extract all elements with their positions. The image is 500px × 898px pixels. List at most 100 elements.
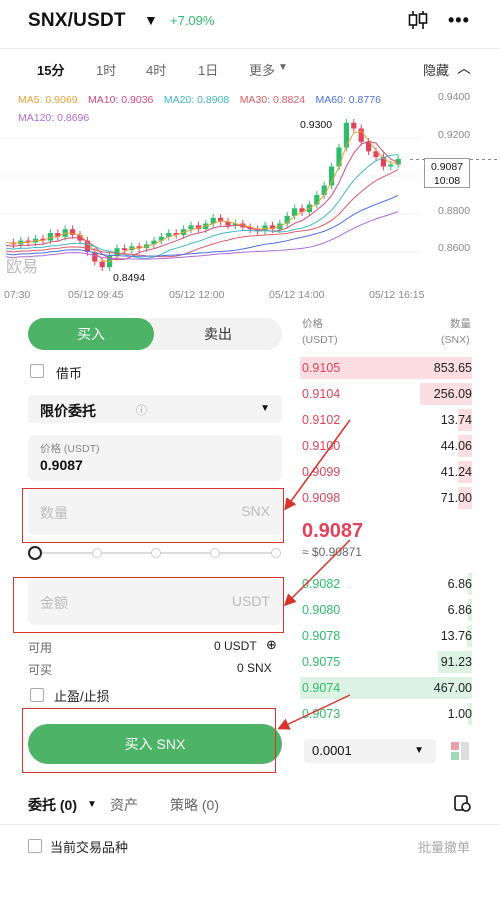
can-buy-value: 0 SNX <box>237 661 272 675</box>
candle <box>343 122 349 148</box>
orders-caret-icon[interactable]: ▼ <box>87 799 97 810</box>
ask-row[interactable]: 0.9104 256.09 <box>300 383 472 405</box>
ask-row[interactable]: 0.9100 44.06 <box>300 435 472 457</box>
candle <box>188 225 194 230</box>
buy-tab[interactable]: 买入 <box>28 318 154 350</box>
mid-price: 0.9087 <box>302 520 364 542</box>
tab-assets[interactable]: 资产 <box>110 795 138 815</box>
ask-price: 0.9105 <box>302 361 341 375</box>
ask-price: 0.9100 <box>302 439 341 453</box>
bid-price: 0.9078 <box>302 629 341 643</box>
tab-1d[interactable]: 1日 <box>198 60 218 79</box>
low-price-label: 0.8494 <box>113 272 146 284</box>
tab-strategy[interactable]: 策略 (0) <box>170 795 219 815</box>
candle <box>358 128 364 142</box>
price-field[interactable]: 价格 (USDT) 0.9087 <box>28 435 282 481</box>
divider <box>0 824 500 825</box>
tab-15m[interactable]: 15分 <box>37 60 64 79</box>
candle <box>114 248 120 256</box>
bid-price: 0.9082 <box>302 577 341 591</box>
book-layout-icon[interactable] <box>450 741 470 761</box>
batch-cancel-button[interactable]: 批量撤单 <box>418 837 470 856</box>
candle <box>351 122 357 129</box>
candlestick-chart-icon[interactable] <box>406 9 430 31</box>
ask-qty: 71.00 <box>440 491 472 505</box>
last-price: 0.9087 <box>430 161 464 173</box>
watermark-logo: 欧易 <box>6 259 39 276</box>
bid-row[interactable]: 0.9073 1.00 <box>300 703 472 725</box>
bid-qty: 91.23 <box>440 655 472 669</box>
borrow-checkbox[interactable] <box>30 364 44 378</box>
tab-more[interactable]: 更多 <box>249 60 275 79</box>
ask-qty: 44.06 <box>440 439 472 453</box>
bid-row[interactable]: 0.9074 467.00 <box>300 677 472 699</box>
ob-qty-header: 数量 <box>450 318 471 330</box>
ask-row[interactable]: 0.9105 853.65 <box>300 357 472 379</box>
highlight-box <box>13 577 284 633</box>
ask-qty: 13.74 <box>440 413 472 427</box>
bid-qty: 6.86 <box>447 603 472 617</box>
bid-price: 0.9075 <box>302 655 341 669</box>
trade-screen: { "header": {"pair": "SNX/USDT", "change… <box>0 0 500 898</box>
slider-stop[interactable] <box>271 548 281 558</box>
can-buy-label: 可买 <box>28 663 53 677</box>
ask-row[interactable]: 0.9098 71.00 <box>300 487 472 509</box>
ask-row[interactable]: 0.9102 13.74 <box>300 409 472 431</box>
history-icon[interactable] <box>452 793 472 813</box>
ask-row[interactable]: 0.9099 41.24 <box>300 461 472 483</box>
chevron-down-icon: ▼ <box>414 745 424 756</box>
candle <box>99 261 105 268</box>
ob-qty-unit: (SNX) <box>441 334 470 346</box>
ask-qty: 41.24 <box>440 465 472 479</box>
info-icon[interactable]: ⓘ <box>136 402 147 418</box>
x-tick: 05/12 12:00 <box>169 289 225 301</box>
candle <box>121 248 127 251</box>
tpsl-checkbox[interactable] <box>30 688 44 702</box>
price-field-label: 价格 (USDT) <box>40 443 100 455</box>
chevron-up-icon[interactable]: ︿ <box>457 58 471 78</box>
last-price-box: 0.9087 10:08 <box>424 158 470 188</box>
bid-qty: 467.00 <box>433 681 472 695</box>
sell-tab[interactable]: 卖出 <box>154 318 282 350</box>
pair-title[interactable]: SNX/USDT <box>28 10 126 32</box>
bid-qty: 13.76 <box>440 629 472 643</box>
candle <box>336 147 342 167</box>
more-icon[interactable]: ••• <box>448 10 470 31</box>
ask-price: 0.9102 <box>302 413 341 427</box>
slider-stop[interactable] <box>92 548 102 558</box>
chevron-down-icon: ▼ <box>260 403 270 414</box>
bid-row[interactable]: 0.9080 6.86 <box>300 599 472 621</box>
high-price-label: 0.9300 <box>300 119 333 131</box>
slider-stop[interactable] <box>151 548 161 558</box>
ask-qty: 853.65 <box>433 361 472 375</box>
price-input[interactable]: 0.9087 <box>40 457 83 473</box>
bid-price: 0.9073 <box>302 707 341 721</box>
more-caret-icon[interactable]: ▼ <box>278 62 288 73</box>
candlestick-chart[interactable] <box>0 100 500 290</box>
x-tick: 05/12 09:45 <box>68 289 124 301</box>
ask-price: 0.9104 <box>302 387 341 401</box>
tab-orders[interactable]: 委托 (0) <box>28 795 77 815</box>
bid-row[interactable]: 0.9075 91.23 <box>300 651 472 673</box>
precision-select[interactable]: 0.0001 ▼ <box>304 739 436 763</box>
bid-row[interactable]: 0.9078 13.76 <box>300 625 472 647</box>
order-type-label: 限价委托 <box>40 403 96 419</box>
slider-handle[interactable] <box>28 546 42 560</box>
divider <box>0 48 500 49</box>
available-label: 可用 <box>28 641 53 655</box>
bid-qty: 1.00 <box>447 707 472 721</box>
add-funds-icon[interactable]: ⊕ <box>266 637 277 653</box>
candle <box>314 195 320 205</box>
hide-chart-button[interactable]: 隐藏 <box>423 60 449 79</box>
pair-dropdown-icon[interactable]: ▼ <box>144 12 158 28</box>
tpsl-label: 止盈/止损 <box>54 689 110 704</box>
current-pair-checkbox[interactable] <box>28 839 42 853</box>
ob-price-header: 价格 <box>302 318 323 330</box>
slider-stop[interactable] <box>210 548 220 558</box>
tab-1h[interactable]: 1时 <box>96 60 116 79</box>
order-type-select[interactable]: 限价委托 ⓘ ▼ <box>28 395 282 423</box>
ask-qty: 256.09 <box>433 387 472 401</box>
borrow-label: 借币 <box>56 366 83 381</box>
tab-4h[interactable]: 4时 <box>146 60 166 79</box>
bid-row[interactable]: 0.9082 6.86 <box>300 573 472 595</box>
